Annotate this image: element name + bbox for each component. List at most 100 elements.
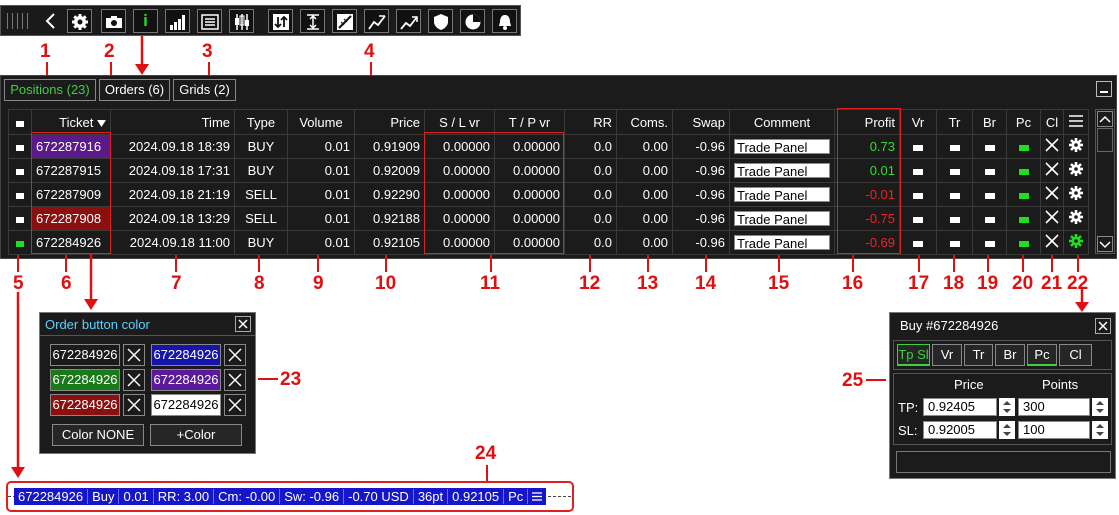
color-swatch-button[interactable]: 672284926 — [151, 394, 221, 416]
tr-toggle[interactable] — [936, 206, 973, 231]
header-type[interactable]: Type — [234, 109, 288, 135]
header-ticket[interactable]: Ticket — [31, 109, 111, 135]
close-position-icon[interactable] — [1040, 182, 1064, 207]
pc-toggle[interactable] — [1006, 158, 1041, 183]
trade-button-br[interactable]: Br — [995, 344, 1025, 366]
gear-icon[interactable] — [1063, 158, 1089, 183]
trade-action-field[interactable] — [896, 451, 1111, 473]
comment-field[interactable]: Trade Panel — [734, 138, 830, 155]
select-all-checkbox[interactable] — [8, 109, 32, 135]
header-pc[interactable]: Pc — [1006, 109, 1041, 135]
header-vr[interactable]: Vr — [899, 109, 937, 135]
comment-field[interactable]: Trade Panel — [734, 234, 830, 251]
trade-button-tp-sl[interactable]: Tp Sl — [897, 344, 930, 366]
header-swap[interactable]: Swap — [672, 109, 730, 135]
gear-icon[interactable] — [1063, 230, 1089, 255]
close-position-icon[interactable] — [1040, 206, 1064, 231]
camera-icon[interactable] — [101, 9, 126, 33]
bell-icon[interactable] — [492, 9, 517, 33]
gear-icon[interactable] — [1063, 134, 1089, 159]
trade-button-tr[interactable]: Tr — [964, 344, 993, 366]
candles-icon[interactable] — [229, 9, 254, 33]
br-toggle[interactable] — [972, 230, 1007, 255]
header-cl[interactable]: Cl — [1040, 109, 1064, 135]
remove-color-icon[interactable] — [224, 369, 246, 391]
color-none-button[interactable]: Color NONE — [52, 424, 144, 446]
tp-points-input[interactable]: 300 — [1018, 398, 1090, 416]
remove-color-icon[interactable] — [123, 369, 145, 391]
comment-field[interactable]: Trade Panel — [734, 186, 830, 203]
trade-button-vr[interactable]: Vr — [932, 344, 962, 366]
pc-toggle[interactable] — [1006, 230, 1041, 255]
add-color-button[interactable]: +Color — [150, 424, 242, 446]
tp-price-input[interactable]: 0.92405 — [923, 398, 997, 416]
scroll-down-button[interactable] — [1097, 236, 1113, 252]
remove-color-icon[interactable] — [123, 344, 145, 366]
menu-icon[interactable] — [1063, 109, 1089, 135]
pie-icon[interactable] — [460, 9, 485, 33]
trend-icon[interactable] — [364, 9, 389, 33]
minimize-button[interactable] — [1096, 81, 1112, 97]
info-icon[interactable]: i — [133, 9, 158, 33]
header-br[interactable]: Br — [972, 109, 1007, 135]
header-tr[interactable]: Tr — [936, 109, 973, 135]
vr-toggle[interactable] — [899, 206, 937, 231]
signal-bars-icon[interactable] — [165, 9, 190, 33]
color-swatch-button[interactable]: 672284926 — [50, 344, 120, 366]
sl-price-spinner[interactable] — [999, 421, 1015, 439]
tab-grids[interactable]: Grids (2) — [173, 79, 236, 101]
tp-price-spinner[interactable] — [999, 398, 1015, 416]
sort-icon[interactable] — [268, 9, 293, 33]
tr-toggle[interactable] — [936, 158, 973, 183]
tr-toggle[interactable] — [936, 182, 973, 207]
scroll-thumb[interactable] — [1097, 128, 1113, 152]
color-swatch-button[interactable]: 672284926 — [50, 369, 120, 391]
close-icon[interactable] — [235, 316, 251, 332]
pc-toggle[interactable] — [1006, 206, 1041, 231]
shield-icon[interactable] — [428, 9, 453, 33]
row-checkbox[interactable] — [8, 134, 32, 159]
sl-price-input[interactable]: 0.92005 — [923, 421, 997, 439]
header-tp[interactable]: T / P vr — [494, 109, 565, 135]
br-toggle[interactable] — [972, 134, 1007, 159]
list-icon[interactable] — [197, 9, 222, 33]
sl-points-spinner[interactable] — [1092, 421, 1108, 439]
vertical-scrollbar[interactable] — [1095, 109, 1115, 254]
vr-toggle[interactable] — [899, 134, 937, 159]
sl-points-input[interactable]: 100 — [1018, 421, 1090, 439]
header-coms[interactable]: Coms. — [616, 109, 673, 135]
row-checkbox[interactable] — [8, 182, 32, 207]
color-swatch-button[interactable]: 672284926 — [151, 344, 221, 366]
row-checkbox[interactable] — [8, 158, 32, 183]
color-swatch-button[interactable]: 672284926 — [50, 394, 120, 416]
scroll-up-button[interactable] — [1097, 111, 1113, 127]
close-position-icon[interactable] — [1040, 158, 1064, 183]
ruler-icon[interactable] — [332, 9, 357, 33]
header-volume[interactable]: Volume — [287, 109, 355, 135]
remove-color-icon[interactable] — [123, 394, 145, 416]
tp-points-spinner[interactable] — [1092, 398, 1108, 416]
trade-button-pc[interactable]: Pc — [1027, 344, 1057, 366]
close-position-icon[interactable] — [1040, 134, 1064, 159]
tab-orders[interactable]: Orders (6) — [99, 79, 170, 101]
pc-toggle[interactable] — [1006, 134, 1041, 159]
header-time[interactable]: Time — [110, 109, 235, 135]
br-toggle[interactable] — [972, 182, 1007, 207]
tab-positions[interactable]: Positions (23) — [4, 79, 96, 101]
header-rr[interactable]: RR — [564, 109, 617, 135]
header-sl[interactable]: S / L vr — [424, 109, 495, 135]
vr-toggle[interactable] — [899, 230, 937, 255]
tr-toggle[interactable] — [936, 134, 973, 159]
vr-toggle[interactable] — [899, 182, 937, 207]
remove-color-icon[interactable] — [224, 394, 246, 416]
trade-button-cl[interactable]: Cl — [1059, 344, 1092, 366]
header-comment[interactable]: Comment — [729, 109, 835, 135]
br-toggle[interactable] — [972, 206, 1007, 231]
tr-toggle[interactable] — [936, 230, 973, 255]
br-toggle[interactable] — [972, 158, 1007, 183]
drag-grip-icon[interactable] — [7, 13, 33, 29]
gear-icon[interactable] — [67, 9, 92, 33]
row-checkbox[interactable] — [8, 230, 32, 255]
status-bar[interactable]: 672284926 Buy 0.01 RR: 3.00 Cm: -0.00 Sw: -0.… — [14, 488, 547, 505]
comment-field[interactable]: Trade Panel — [734, 162, 830, 179]
